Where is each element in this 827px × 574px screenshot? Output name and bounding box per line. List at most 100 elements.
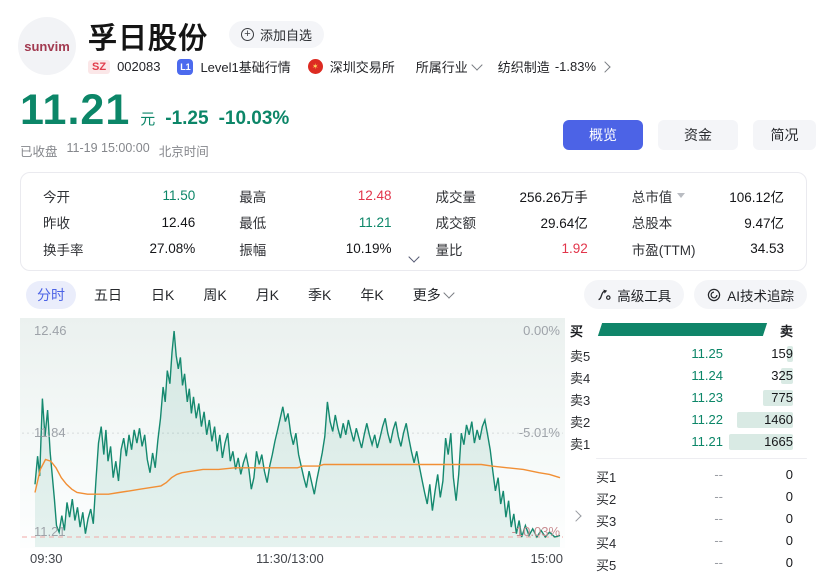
chart-tab-4[interactable]: 周K (192, 281, 237, 309)
x-axis-noon-label: 11:30/13:00 (256, 551, 324, 566)
bid-row-买4[interactable]: 买4--0 (570, 530, 807, 552)
advanced-tools-icon (597, 288, 611, 302)
ob-level-label: 买2 (596, 489, 616, 508)
view-tabs: 概览资金简况 (563, 120, 816, 150)
stat-label: 市盈(TTM) (632, 239, 696, 259)
industry-link[interactable]: 纺织制造 -1.83% (498, 57, 609, 76)
ask-row-卖2[interactable]: 卖211.221460 (570, 409, 807, 431)
stat-label: 振幅 (239, 239, 266, 259)
ob-level-label: 卖1 (570, 434, 590, 453)
ob-volume: 775 (771, 390, 793, 405)
chevron-down-icon (471, 59, 482, 70)
stat-row: 量比1.92 (436, 237, 588, 260)
ai-tracking-button[interactable]: AI技术追踪 (694, 280, 807, 309)
exchange-label: 深圳交易所 (330, 57, 395, 76)
chart-tab-5[interactable]: 月K (245, 281, 290, 309)
industry-change: -1.83% (555, 59, 596, 74)
ask-row-卖3[interactable]: 卖311.23775 (570, 387, 807, 409)
ob-volume: 1460 (764, 412, 793, 427)
stat-row: 成交额29.64亿 (436, 211, 588, 234)
level1-badge-icon: L1 (177, 59, 193, 75)
bid-row-买2[interactable]: 买2--0 (570, 486, 807, 508)
stats-expand-button[interactable] (410, 248, 418, 266)
view-tab-2[interactable]: 资金 (658, 120, 738, 150)
stock-tag-row: SZ 002083 L1 Level1基础行情 ✶ 深圳交易所 所属行业 纺织制… (88, 57, 609, 76)
ask-row-卖1[interactable]: 卖111.211665 (570, 431, 807, 453)
chart-tab-2[interactable]: 五日 (83, 281, 133, 309)
stats-column-1: 今开 11.50 昨收 12.46 换手率 27.08% (21, 184, 217, 260)
ob-level-label: 买5 (596, 555, 616, 574)
stat-value: 12.46 (161, 215, 195, 230)
szse-logo-icon: ✶ (308, 59, 323, 74)
stat-label: 今开 (43, 186, 70, 206)
stat-value: 27.08% (149, 241, 195, 256)
order-book-expand-button[interactable] (572, 508, 580, 523)
industry-value: 纺织制造 (498, 57, 550, 76)
chevron-down-icon (408, 251, 419, 262)
stat-label: 换手率 (43, 239, 84, 259)
caret-down-icon[interactable] (677, 193, 685, 198)
ob-level-label: 卖5 (570, 346, 590, 365)
current-price: 11.21 (20, 86, 130, 135)
chart-tab-3[interactable]: 日K (140, 281, 185, 309)
ob-volume: 0 (786, 533, 793, 548)
buy-side-label: 买 (570, 321, 583, 340)
ob-price: -- (714, 511, 723, 526)
stat-row: 成交量256.26万手 (436, 184, 588, 207)
ai-tracking-icon (707, 288, 721, 302)
stat-row: 市盈(TTM) 34.53 (632, 237, 784, 260)
ai-tracking-label: AI技术追踪 (727, 285, 794, 305)
ob-level-label: 卖4 (570, 368, 590, 387)
ob-volume: 0 (786, 489, 793, 504)
price-area-fill (35, 331, 560, 547)
stat-row: 昨收 12.46 (43, 211, 195, 234)
ob-volume: 325 (771, 368, 793, 383)
chevron-right-icon (599, 61, 610, 72)
company-logo: sunvim (18, 17, 76, 75)
stock-quote-page: sunvim 孚日股份 + 添加自选 SZ 002083 L1 Level1基础… (0, 0, 827, 574)
intraday-chart[interactable]: 12.46 11.84 11.21 0.00% -5.01% -10.03% (20, 318, 565, 548)
price-unit: 元 (140, 108, 155, 129)
view-tab-3[interactable]: 简况 (753, 120, 816, 150)
stat-row: 今开 11.50 (43, 184, 195, 207)
ob-volume: 159 (771, 346, 793, 361)
add-icon: + (241, 28, 254, 41)
order-book-header: 买 卖 (570, 321, 807, 338)
industry-dropdown[interactable]: 所属行业 (416, 57, 481, 76)
chevron-right-icon (570, 510, 581, 521)
ask-row-卖4[interactable]: 卖411.24325 (570, 365, 807, 387)
chart-tab-6[interactable]: 季K (297, 281, 342, 309)
stat-label: 昨收 (43, 212, 70, 232)
add-watchlist-label: 添加自选 (260, 25, 312, 44)
advanced-tools-button[interactable]: 高级工具 (584, 280, 684, 309)
chart-tab-1[interactable]: 分时 (26, 281, 76, 309)
add-watchlist-button[interactable]: + 添加自选 (229, 21, 324, 48)
ob-volume: 0 (786, 555, 793, 570)
view-tab-1[interactable]: 概览 (563, 120, 643, 150)
ob-price: 11.22 (691, 412, 723, 427)
stats-panel: 今开11.50昨收12.46换手率27.08%最高12.48最低11.21振幅1… (20, 172, 807, 271)
stock-code: 002083 (117, 59, 160, 74)
chart-tab-8[interactable]: 更多 (402, 281, 464, 309)
stats-column-3: 成交量256.26万手成交额29.64亿量比1.92 (414, 184, 610, 260)
bid-row-买1[interactable]: 买1--0 (570, 464, 807, 486)
stat-label: 最高 (239, 186, 266, 206)
stats-column-2: 最高12.48最低11.21振幅10.19% (217, 184, 413, 260)
stat-label: 成交量 (436, 186, 477, 206)
stat-value: 11.50 (162, 188, 195, 203)
ob-level-label: 买4 (596, 533, 616, 552)
market-status: 已收盘 (20, 141, 58, 160)
quote-row: 11.21 元 -1.25 -10.03% (20, 86, 289, 135)
ask-row-卖5[interactable]: 卖511.25159 (570, 343, 807, 365)
stat-value: 34.53 (750, 241, 784, 256)
bid-row-买3[interactable]: 买3--0 (570, 508, 807, 530)
chart-tab-7[interactable]: 年K (349, 281, 394, 309)
bid-row-买5[interactable]: 买5--0 (570, 552, 807, 574)
stat-value: 11.21 (359, 215, 392, 230)
stat-value: 12.48 (358, 188, 392, 203)
quote-timezone: 北京时间 (159, 141, 209, 160)
stat-value: 106.12亿 (729, 186, 784, 206)
industry-label: 所属行业 (416, 57, 468, 76)
x-axis-labels: 09:30 11:30/13:00 15:00 (20, 551, 565, 567)
x-axis-open-label: 09:30 (30, 551, 63, 566)
